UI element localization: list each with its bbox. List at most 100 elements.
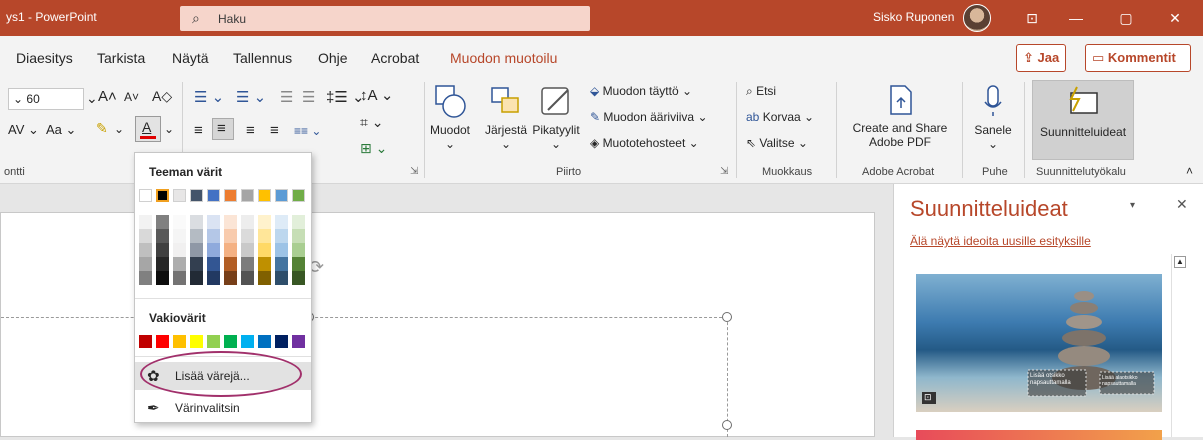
text-direction-icon[interactable]: ↕A ⌄ — [360, 86, 393, 104]
increase-font-icon[interactable]: A˄ — [98, 88, 117, 105]
shape-fill-button[interactable]: ⬙ Muodon täyttö ⌄ — [590, 84, 692, 98]
chevron-down-icon[interactable]: ⌄ — [164, 122, 174, 136]
shade-swatch[interactable] — [139, 243, 152, 257]
shade-swatch[interactable] — [156, 243, 169, 257]
theme-color-swatch[interactable] — [292, 189, 305, 202]
design-ideas-button[interactable]: Suunnitteluideat — [1032, 80, 1134, 160]
font-color-button[interactable]: A — [135, 116, 161, 142]
shade-swatch[interactable] — [173, 257, 186, 271]
align-right-icon[interactable]: ≡ — [246, 122, 255, 139]
shade-swatch[interactable] — [292, 243, 305, 257]
tab-recording[interactable]: Tallennus — [233, 50, 292, 66]
shade-swatch[interactable] — [139, 271, 152, 285]
close-button[interactable]: ✕ — [1160, 6, 1190, 30]
shade-swatch[interactable] — [156, 229, 169, 243]
theme-color-swatch[interactable] — [139, 189, 152, 202]
shade-swatch[interactable] — [139, 257, 152, 271]
tab-slideshow[interactable]: Diaesitys — [16, 50, 73, 66]
standard-color-swatch[interactable] — [139, 335, 152, 348]
pane-options-icon[interactable]: ▾ — [1130, 200, 1135, 211]
theme-color-swatch[interactable] — [275, 189, 288, 202]
shade-swatch[interactable] — [292, 229, 305, 243]
shade-swatch[interactable] — [156, 257, 169, 271]
standard-color-swatch[interactable] — [173, 335, 186, 348]
chevron-down-icon[interactable]: ⌄ — [114, 122, 124, 136]
tab-shape-format[interactable]: Muodon muotoilu — [450, 50, 557, 66]
numbering-icon[interactable]: ☰ ⌄ — [236, 88, 266, 106]
columns-icon[interactable]: ≡≡ ⌄ — [294, 124, 321, 138]
dont-show-ideas-link[interactable]: Älä näytä ideoita uusille esityksille — [910, 234, 1091, 248]
shade-swatch[interactable] — [207, 243, 220, 257]
shade-swatch[interactable] — [190, 215, 203, 229]
minimize-button[interactable]: — — [1061, 6, 1091, 30]
tab-view[interactable]: Näytä — [172, 50, 209, 66]
align-left-icon[interactable]: ≡ — [194, 122, 203, 139]
increase-indent-icon[interactable]: ☰ — [302, 88, 315, 106]
smartart-icon[interactable]: ⊞ ⌄ — [360, 140, 387, 157]
tab-help[interactable]: Ohje — [318, 50, 348, 66]
arrange-button[interactable]: Järjestä ⌄ — [480, 82, 532, 162]
bullets-icon[interactable]: ☰ ⌄ — [194, 88, 224, 106]
theme-color-swatch[interactable] — [258, 189, 271, 202]
tab-review[interactable]: Tarkista — [97, 50, 145, 66]
shade-swatch[interactable] — [190, 271, 203, 285]
standard-color-swatch[interactable] — [275, 335, 288, 348]
user-name[interactable]: Sisko Ruponen — [873, 10, 954, 24]
align-text-icon[interactable]: ⌗ ⌄ — [360, 114, 384, 131]
font-size-box[interactable]: ⌄ 60 — [8, 88, 84, 110]
create-share-pdf-button[interactable]: Create and Share Adobe PDF — [846, 82, 954, 162]
shade-swatch[interactable] — [207, 257, 220, 271]
clear-formatting-icon[interactable]: A◇ — [152, 88, 172, 105]
standard-color-swatch[interactable] — [258, 335, 271, 348]
standard-color-swatch[interactable] — [241, 335, 254, 348]
dialog-launcher-icon[interactable]: ⇲ — [410, 166, 418, 177]
shade-swatch[interactable] — [258, 243, 271, 257]
shade-swatch[interactable] — [173, 243, 186, 257]
search-box[interactable]: ⌕ Haku — [180, 6, 590, 31]
shade-swatch[interactable] — [241, 257, 254, 271]
design-idea-thumbnail[interactable] — [916, 430, 1162, 440]
shade-swatch[interactable] — [258, 257, 271, 271]
shade-swatch[interactable] — [292, 271, 305, 285]
shapes-button[interactable]: Muodot ⌄ — [428, 82, 472, 162]
replace-button[interactable]: ab Korvaa ⌄ — [746, 110, 814, 124]
shade-swatch[interactable] — [139, 215, 152, 229]
shade-swatch[interactable] — [258, 229, 271, 243]
shade-swatch[interactable] — [292, 215, 305, 229]
shade-swatch[interactable] — [207, 215, 220, 229]
theme-color-swatch[interactable] — [224, 189, 237, 202]
shade-swatch[interactable] — [275, 257, 288, 271]
collapse-ribbon-icon[interactable]: ˄ — [1186, 164, 1193, 178]
shade-swatch[interactable] — [156, 271, 169, 285]
line-spacing-icon[interactable]: ‡☰ ⌄ — [326, 88, 365, 106]
decrease-indent-icon[interactable]: ☰ — [280, 88, 293, 106]
shade-swatch[interactable] — [275, 271, 288, 285]
shade-swatch[interactable] — [224, 215, 237, 229]
select-button[interactable]: ⇖ Valitse ⌄ — [746, 136, 808, 150]
theme-color-swatch[interactable] — [173, 189, 186, 202]
avatar[interactable] — [963, 4, 991, 32]
shade-swatch[interactable] — [190, 229, 203, 243]
shade-swatch[interactable] — [224, 229, 237, 243]
theme-color-swatch[interactable] — [156, 189, 169, 202]
slide-canvas[interactable]: ⟳ — [0, 212, 875, 437]
tab-acrobat[interactable]: Acrobat — [371, 50, 419, 66]
standard-color-swatch[interactable] — [292, 335, 305, 348]
shape-outline-button[interactable]: ✎ Muodon ääriviiva ⌄ — [590, 110, 708, 124]
ribbon-display-options-icon[interactable]: ⊡ — [1017, 6, 1047, 30]
standard-color-swatch[interactable] — [207, 335, 220, 348]
shade-swatch[interactable] — [241, 229, 254, 243]
chevron-down-icon[interactable]: ⌄ — [86, 90, 98, 107]
standard-color-swatch[interactable] — [190, 335, 203, 348]
eyedropper-item[interactable]: ✒ Värinvalitsin — [135, 394, 311, 422]
standard-color-swatch[interactable] — [224, 335, 237, 348]
dialog-launcher-icon[interactable]: ⇲ — [720, 166, 728, 177]
shade-swatch[interactable] — [173, 215, 186, 229]
highlighter-icon[interactable]: ✎ — [96, 120, 108, 137]
shade-swatch[interactable] — [241, 271, 254, 285]
shade-swatch[interactable] — [173, 229, 186, 243]
shade-swatch[interactable] — [241, 243, 254, 257]
theme-color-swatch[interactable] — [241, 189, 254, 202]
shade-swatch[interactable] — [190, 257, 203, 271]
justify-icon[interactable]: ≡ — [270, 122, 279, 139]
